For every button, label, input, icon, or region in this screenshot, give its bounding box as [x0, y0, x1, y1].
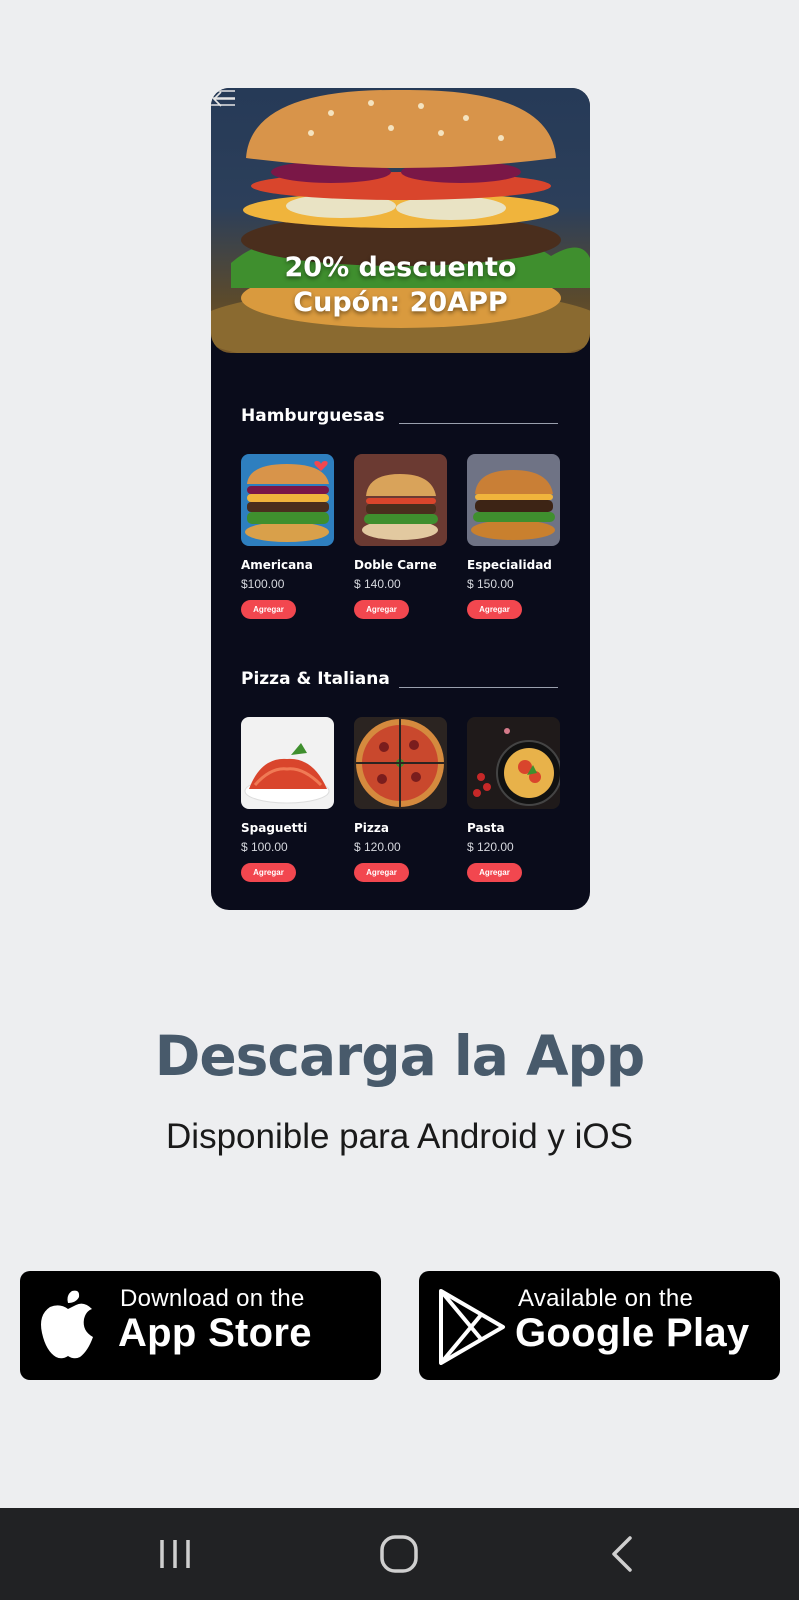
menu-item-card[interactable]: Especialidad $ 150.00 Agregar	[467, 454, 561, 619]
app-mockup: 20% descuento Cupón: 20APP Hamburguesas …	[211, 88, 590, 910]
item-name: Pizza	[354, 821, 389, 835]
item-image	[241, 717, 334, 809]
add-button[interactable]: Agregar	[354, 863, 409, 882]
promo-banner: 20% descuento Cupón: 20APP	[211, 88, 590, 353]
item-price: $100.00	[241, 577, 285, 591]
menu-icon[interactable]	[211, 88, 235, 108]
google-play-small-text: Available on the	[518, 1285, 694, 1312]
back-icon[interactable]	[598, 1530, 648, 1578]
add-button[interactable]: Agregar	[241, 863, 296, 882]
menu-item-card[interactable]: Doble Carne $ 140.00 Agregar	[354, 454, 448, 619]
item-name: Especialidad	[467, 558, 552, 572]
google-play-button[interactable]: Available on the Google Play	[419, 1271, 780, 1380]
add-button[interactable]: Agregar	[467, 600, 522, 619]
menu-item-card[interactable]: Pizza $ 120.00 Agregar	[354, 717, 448, 882]
item-image	[241, 454, 334, 546]
menu-item-card[interactable]: Spaguetti $ 100.00 Agregar	[241, 717, 335, 882]
download-title: Descarga la App	[154, 1024, 646, 1088]
item-name: Doble Carne	[354, 558, 437, 572]
item-name: Pasta	[467, 821, 505, 835]
item-price: $ 120.00	[467, 840, 514, 854]
add-button[interactable]: Agregar	[467, 863, 522, 882]
app-store-small-text: Download on the	[120, 1285, 305, 1312]
item-image	[467, 717, 560, 809]
item-image	[354, 717, 447, 809]
google-play-icon	[439, 1289, 505, 1365]
promo-text: 20% descuento Cupón: 20APP	[211, 250, 590, 320]
section-divider	[399, 423, 558, 424]
section-title-hamburguesas: Hamburguesas	[241, 406, 385, 426]
item-price: $ 100.00	[241, 840, 288, 854]
item-price: $ 150.00	[467, 577, 514, 591]
promo-line-2: Cupón: 20APP	[293, 287, 508, 318]
home-icon[interactable]	[374, 1530, 424, 1578]
system-nav-bar	[0, 1508, 799, 1600]
item-price: $ 140.00	[354, 577, 401, 591]
promo-line-1: 20% descuento	[284, 252, 517, 283]
recents-icon[interactable]	[150, 1530, 200, 1578]
download-subtitle: Disponible para Android y iOS	[166, 1117, 633, 1156]
apple-icon	[41, 1290, 93, 1359]
menu-item-card[interactable]: Pasta $ 120.00 Agregar	[467, 717, 561, 882]
item-price: $ 120.00	[354, 840, 401, 854]
item-image	[354, 454, 447, 546]
item-name: Spaguetti	[241, 821, 308, 835]
add-button[interactable]: Agregar	[241, 600, 296, 619]
menu-item-card[interactable]: Americana $100.00 Agregar	[241, 454, 335, 619]
item-name: Americana	[241, 558, 313, 572]
add-button[interactable]: Agregar	[354, 600, 409, 619]
google-play-big-text: Google Play	[515, 1311, 750, 1355]
item-image	[467, 454, 560, 546]
app-store-big-text: App Store	[118, 1311, 312, 1355]
section-title-pizza: Pizza & Italiana	[241, 669, 390, 689]
section-divider	[399, 687, 558, 688]
app-store-button[interactable]: Download on the App Store	[20, 1271, 381, 1380]
heart-icon[interactable]	[314, 460, 328, 472]
